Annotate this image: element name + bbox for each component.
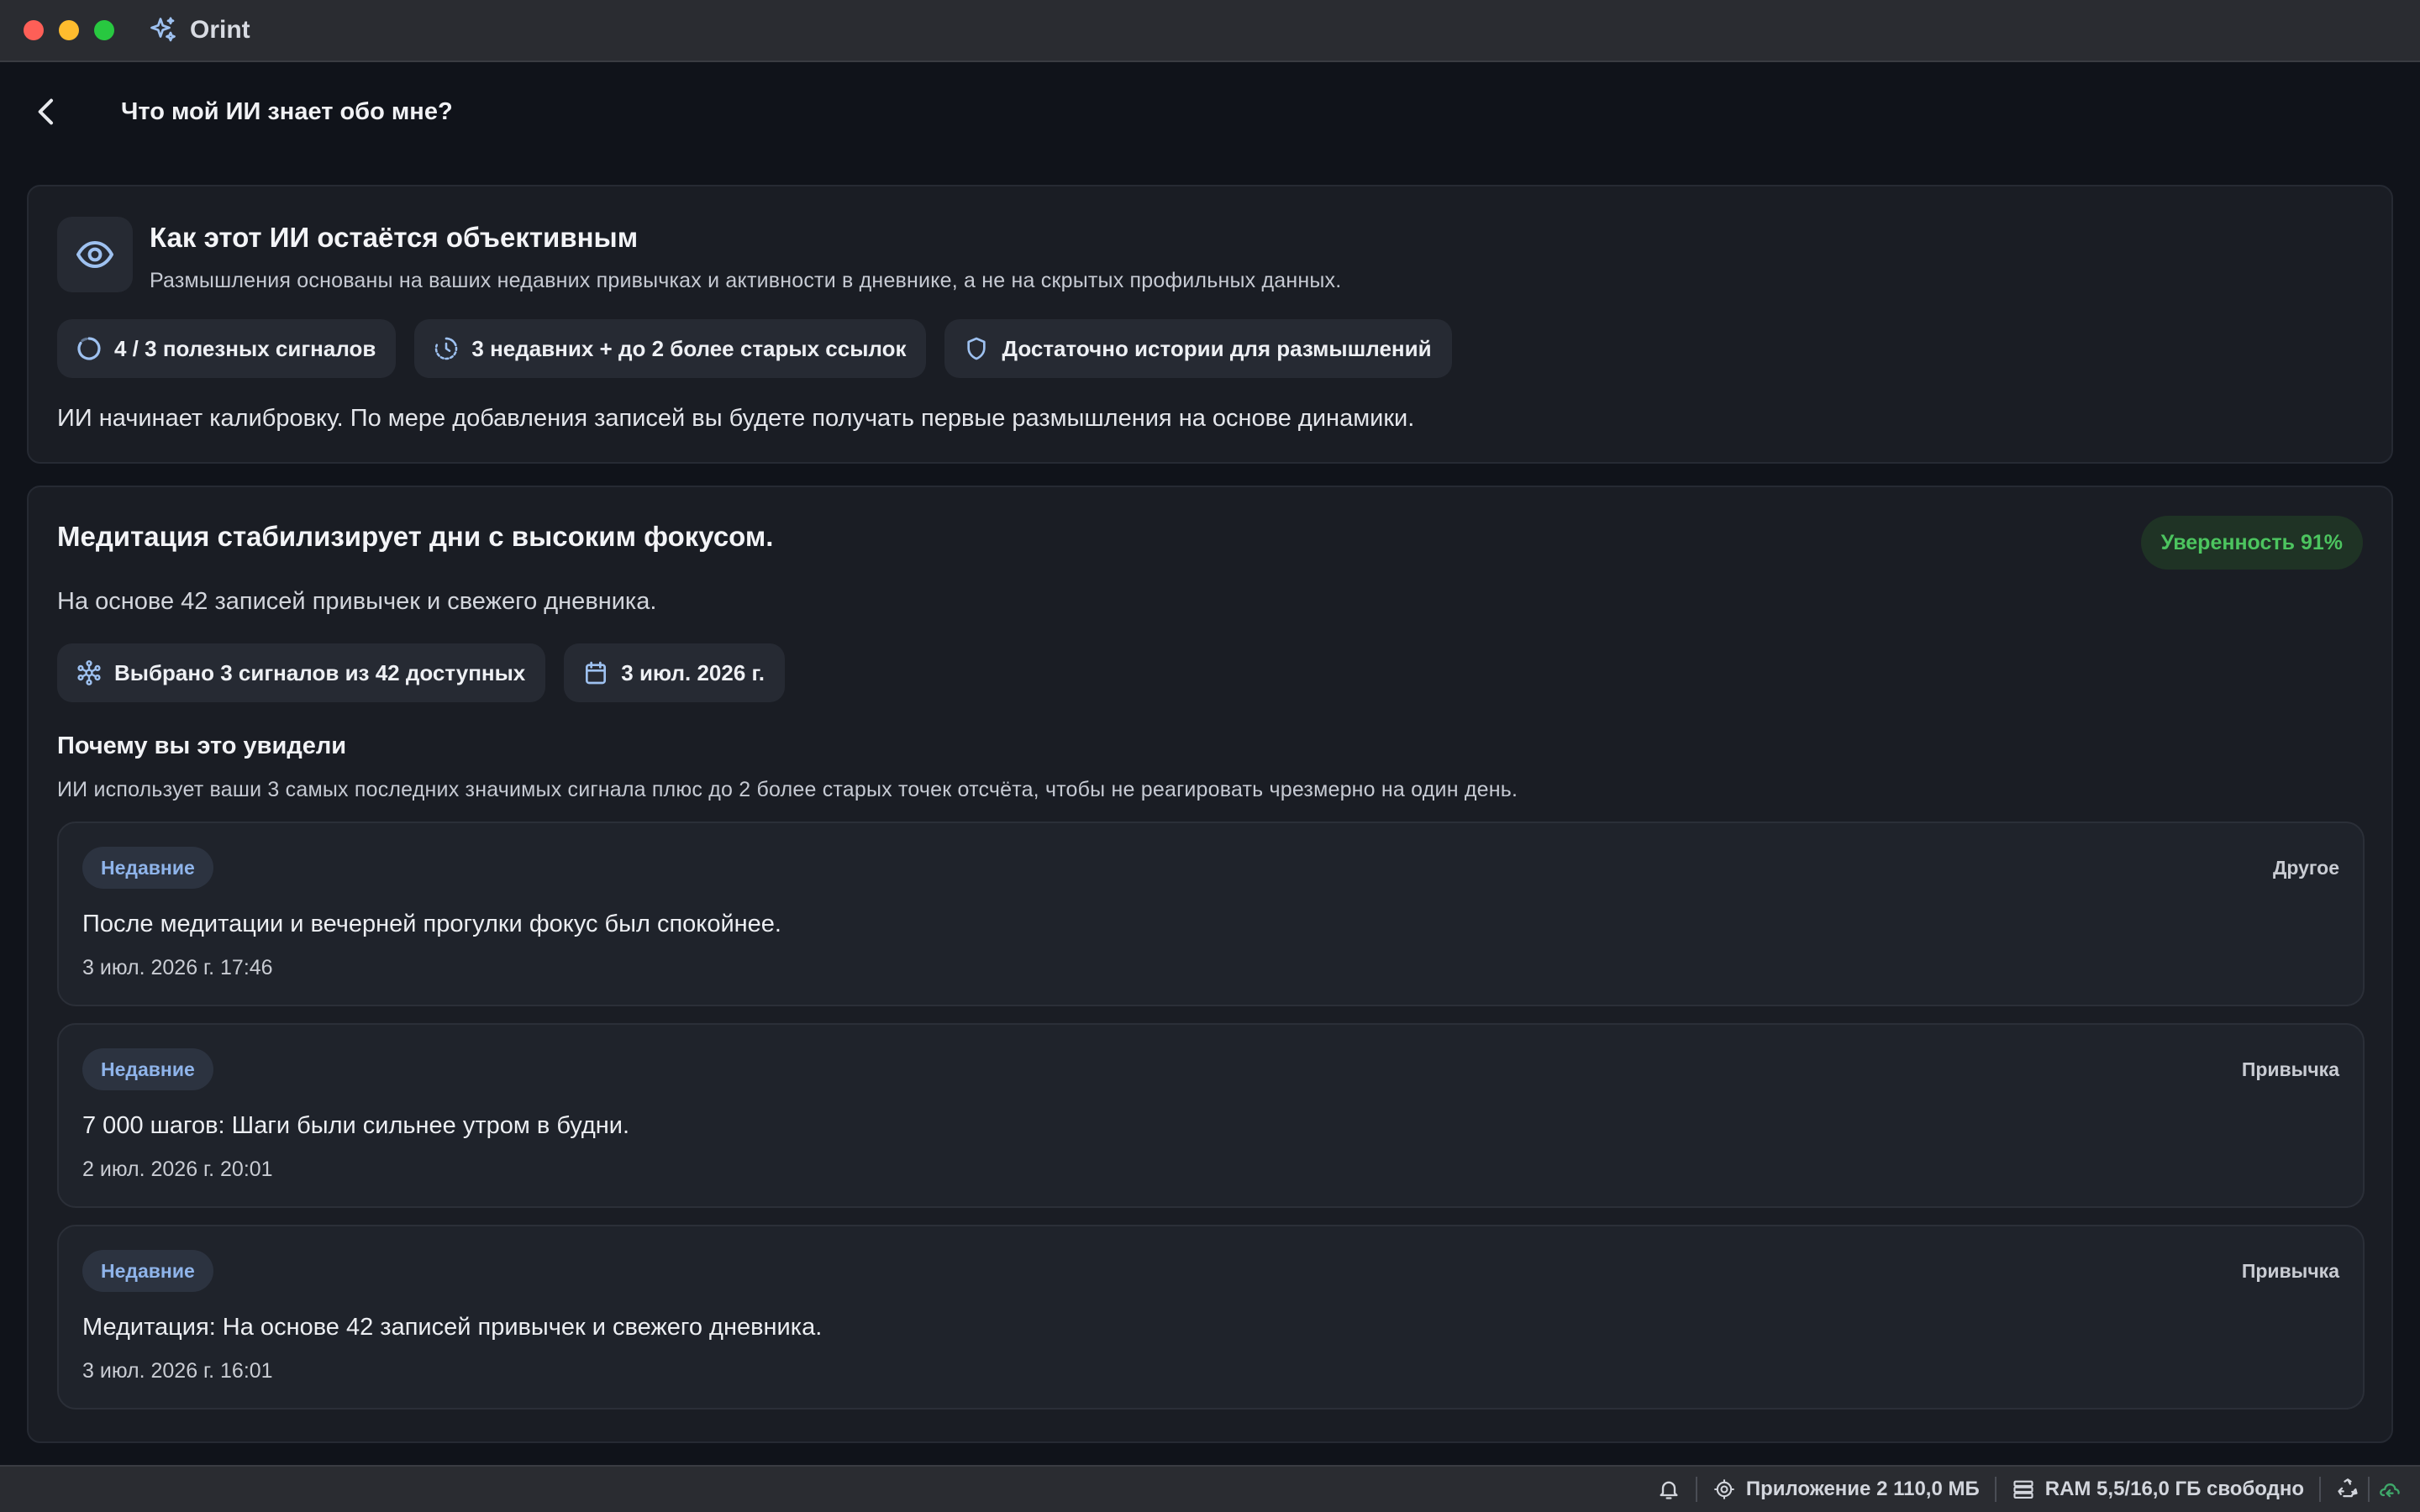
signal-card: Недавние Привычка Медитация: На основе 4…: [57, 1225, 2365, 1410]
insight-chips: Выбрано 3 сигналов из 42 доступных 3 июл…: [57, 643, 785, 702]
objectivity-title: Как этот ИИ остаётся объективным: [150, 222, 639, 253]
selected-signals-label: Выбрано 3 сигналов из 42 доступных: [114, 659, 526, 685]
divider: [1994, 1477, 1996, 1502]
useful-signals-label: 4 / 3 полезных сигналов: [114, 335, 376, 361]
recycle-icon: [2338, 1478, 2358, 1498]
signal-badge: Недавние: [82, 847, 213, 889]
cloud-sync-icon: [2380, 1483, 2400, 1498]
window-controls: [24, 20, 114, 40]
history-chip: Достаточно истории для размышлений: [944, 319, 1452, 378]
insight-subtitle: На основе 42 записей привычек и свежего …: [57, 588, 657, 615]
why-title: Почему вы это увидели: [57, 732, 347, 759]
objectivity-note: ИИ начинает калибровку. По мере добавлен…: [57, 405, 1415, 432]
chevron-left-icon: [38, 98, 53, 125]
page-title: Что мой ИИ знает обо мне?: [121, 97, 453, 125]
minimize-window-button[interactable]: [59, 20, 79, 40]
close-window-button[interactable]: [24, 20, 44, 40]
sync-status-button[interactable]: [2378, 1478, 2402, 1501]
ram-label: RAM 5,5/16,0 ГБ свободно: [2044, 1478, 2304, 1500]
sparkles-icon: [150, 17, 176, 42]
references-chip: 3 недавних + до 2 более старых ссылок: [414, 319, 927, 378]
objectivity-chips: 4 / 3 полезных сигналов 3 недавних + до …: [57, 319, 1452, 378]
references-label: 3 недавних + до 2 более старых ссылок: [471, 335, 907, 361]
insight-title: Медитация стабилизирует дни с высоким фо…: [57, 521, 774, 552]
signal-badge: Недавние: [82, 1048, 213, 1090]
eye-icon: [76, 241, 113, 268]
signal-date: 2 июл. 2026 г. 20:01: [82, 1158, 273, 1181]
divider: [2319, 1477, 2321, 1502]
history-label: Достаточно истории для размышлений: [1002, 335, 1432, 361]
date-chip: 3 июл. 2026 г.: [564, 643, 785, 702]
back-button[interactable]: [22, 87, 72, 137]
divider: [1695, 1477, 1697, 1502]
window-titlebar: Orint: [0, 0, 2420, 62]
eye-icon-container: [57, 217, 133, 292]
recycle-button[interactable]: [2336, 1478, 2360, 1501]
objectivity-subtitle: Размышления основаны на ваших недавних п…: [150, 269, 1342, 292]
signal-date: 3 июл. 2026 г. 16:01: [82, 1359, 273, 1383]
why-subtitle: ИИ использует ваши 3 самых последних зна…: [57, 778, 1518, 801]
useful-signals-chip: 4 / 3 полезных сигналов: [57, 319, 397, 378]
signal-card: Недавние Привычка 7 000 шагов: Шаги были…: [57, 1023, 2365, 1208]
network-icon: [77, 660, 101, 685]
notifications-button[interactable]: [1657, 1478, 1681, 1501]
insight-card: Медитация стабилизирует дни с высоким фо…: [27, 486, 2393, 1443]
confidence-badge: Уверенность 91%: [2140, 516, 2363, 570]
signal-category: Привычка: [2241, 1058, 2339, 1080]
app-name: Orint: [190, 16, 250, 44]
page-header: Что мой ИИ знает обо мне?: [0, 64, 2420, 160]
signal-category: Привычка: [2241, 1260, 2339, 1282]
progress-ring-icon: [77, 337, 101, 360]
bell-icon: [1660, 1481, 1678, 1499]
signal-text: 7 000 шагов: Шаги были сильнее утром в б…: [82, 1112, 630, 1139]
app-memory-indicator: Приложение 2 110,0 МБ: [1712, 1478, 1980, 1501]
objectivity-card: Как этот ИИ остаётся объективным Размышл…: [27, 185, 2393, 464]
signal-card: Недавние Другое После медитации и вечерн…: [57, 822, 2365, 1006]
app-brand: Orint: [148, 15, 250, 45]
signal-text: Медитация: На основе 42 записей привычек…: [82, 1314, 823, 1341]
calendar-icon: [586, 661, 607, 685]
objectivity-header: Как этот ИИ остаётся объективным Размышл…: [57, 217, 1341, 293]
clock-history-icon: [435, 337, 458, 360]
status-bar: Приложение 2 110,0 МБ RAM 5,5/16,0 ГБ св…: [0, 1465, 2420, 1512]
app-memory-label: Приложение 2 110,0 МБ: [1745, 1478, 1980, 1500]
signal-text: После медитации и вечерней прогулки фоку…: [82, 911, 781, 937]
ram-indicator: RAM 5,5/16,0 ГБ свободно: [2012, 1478, 2304, 1501]
selected-signals-chip: Выбрано 3 сигналов из 42 доступных: [57, 643, 546, 702]
chip-icon: [1714, 1479, 1734, 1499]
shield-icon: [967, 337, 986, 360]
signal-badge: Недавние: [82, 1250, 213, 1292]
signal-category: Другое: [2272, 857, 2339, 879]
server-stack-icon: [2013, 1480, 2033, 1499]
date-label: 3 июл. 2026 г.: [621, 659, 765, 685]
signal-date: 3 июл. 2026 г. 17:46: [82, 956, 273, 979]
maximize-window-button[interactable]: [94, 20, 114, 40]
divider: [2368, 1477, 2370, 1502]
